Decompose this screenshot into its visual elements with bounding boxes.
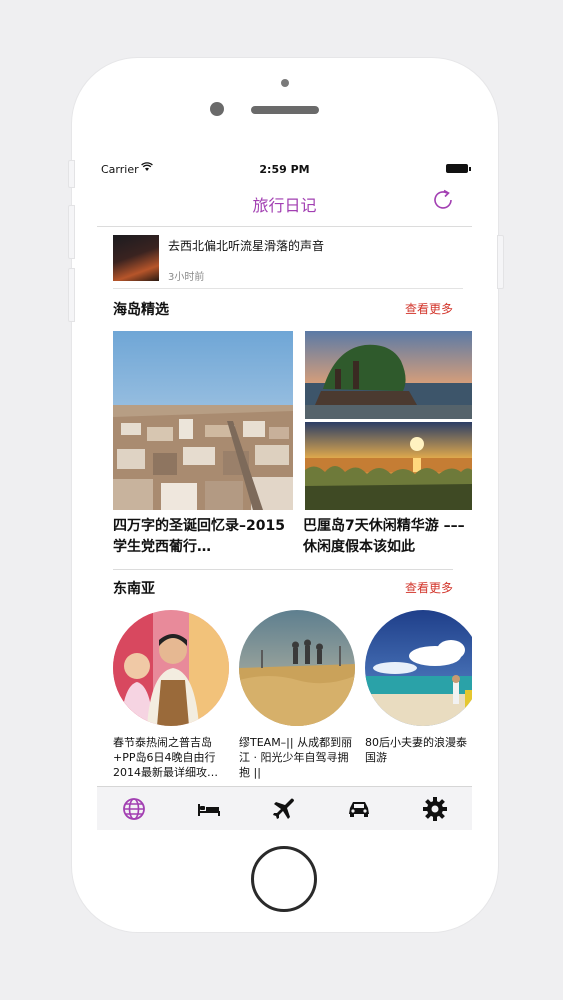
trip-caption: 缪TEAM–|| 从成都到丽江 · 阳光少年自驾寻拥抱 || bbox=[239, 736, 353, 779]
feature-card-caption: 四万字的圣诞回忆录–2015学生党西葡行… bbox=[113, 518, 285, 555]
news-timestamp: 3小时前 bbox=[168, 272, 205, 283]
feature-card-bali-temple[interactable] bbox=[305, 331, 472, 419]
feature-card-europe[interactable] bbox=[113, 331, 293, 510]
section-divider bbox=[113, 569, 453, 570]
tab-bar bbox=[97, 786, 472, 830]
car-icon[interactable] bbox=[346, 796, 372, 822]
front-camera bbox=[210, 102, 224, 116]
island-section-header: 海岛精选 查看更多 bbox=[113, 297, 453, 321]
see-more-link[interactable]: 查看更多 bbox=[405, 579, 453, 596]
beach-photo bbox=[365, 610, 472, 726]
battery-icon bbox=[446, 164, 471, 173]
app-screen: Carrier 2:59 PM 旅行日记 去西北偏北听流星滑落的声音 3小时前 … bbox=[97, 158, 472, 830]
earpiece-speaker bbox=[251, 106, 319, 114]
trip-caption: 春节泰热闹之普吉岛+PP岛6日4晚自由行2014最新最详细攻… bbox=[113, 736, 218, 779]
bed-icon[interactable] bbox=[196, 796, 222, 822]
mute-switch bbox=[68, 160, 75, 188]
news-thumbnail bbox=[113, 235, 159, 281]
gear-icon[interactable] bbox=[422, 796, 448, 822]
front-sensor bbox=[281, 79, 289, 87]
see-more-link[interactable]: 查看更多 bbox=[405, 300, 453, 317]
grassland-photo bbox=[239, 610, 355, 726]
couple-photo bbox=[113, 610, 229, 726]
status-bar: Carrier 2:59 PM bbox=[97, 158, 472, 180]
globe-icon[interactable] bbox=[121, 796, 147, 822]
section-title: 东南亚 bbox=[113, 581, 155, 597]
news-item[interactable]: 去西北偏北听流星滑落的声音 3小时前 bbox=[113, 235, 463, 289]
refresh-icon[interactable] bbox=[430, 187, 456, 213]
feature-card-bali-sunset[interactable] bbox=[305, 422, 472, 510]
bali-temple-photo bbox=[305, 331, 472, 419]
city-photo bbox=[113, 331, 293, 510]
status-time: 2:59 PM bbox=[259, 163, 310, 176]
feature-card-caption: 巴厘岛7天休闲精华游 ––– 休闲度假本该如此 bbox=[303, 518, 465, 555]
section-title: 海岛精选 bbox=[113, 302, 169, 318]
southeast-asia-section-header: 东南亚 查看更多 bbox=[113, 576, 453, 600]
sunset-photo bbox=[305, 422, 472, 510]
volume-up-button bbox=[68, 205, 75, 259]
trip-avatar-lijiang[interactable] bbox=[239, 610, 355, 726]
navigation-bar: 旅行日记 bbox=[97, 180, 472, 227]
news-title: 去西北偏北听流星滑落的声音 bbox=[168, 239, 325, 253]
volume-down-button bbox=[68, 268, 75, 322]
page-title: 旅行日记 bbox=[252, 196, 317, 215]
power-button bbox=[497, 235, 504, 289]
trip-avatar-beach[interactable] bbox=[365, 610, 472, 726]
trip-avatar-thailand[interactable] bbox=[113, 610, 229, 726]
trip-caption: 80后小夫妻的浪漫泰国游 bbox=[365, 736, 467, 764]
airplane-icon[interactable] bbox=[271, 796, 297, 822]
home-button[interactable] bbox=[251, 846, 317, 912]
